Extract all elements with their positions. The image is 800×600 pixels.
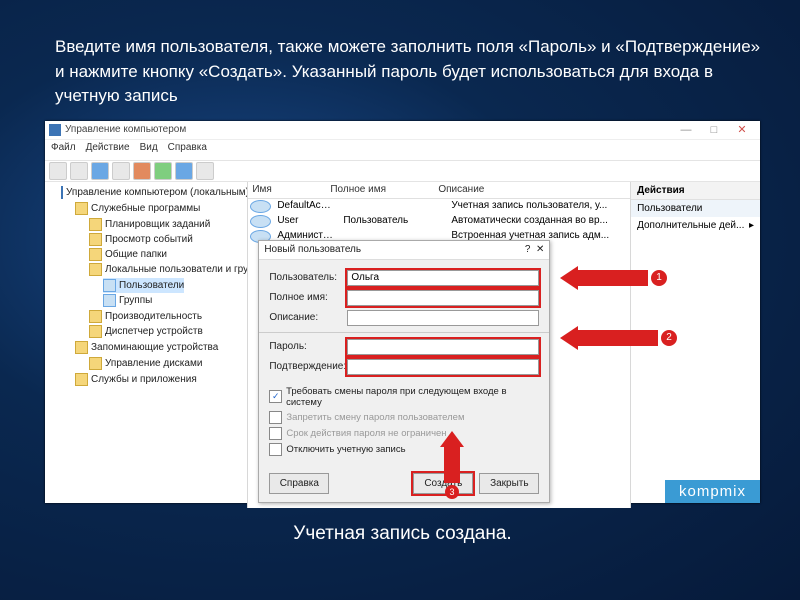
- toolbar-delete-icon[interactable]: [133, 162, 151, 180]
- close-dialog-button[interactable]: Закрыть: [479, 473, 539, 494]
- username-input[interactable]: [347, 270, 539, 286]
- list-row[interactable]: UserПользовательАвтоматически созданная …: [248, 214, 630, 229]
- toolbar-help-icon[interactable]: [196, 162, 214, 180]
- groups-icon: [103, 294, 116, 307]
- dialog-help-button[interactable]: ?: [525, 244, 531, 255]
- tree-shared-folders[interactable]: Общие папки: [89, 247, 248, 262]
- menu-help[interactable]: Справка: [168, 142, 207, 158]
- computer-icon: [61, 186, 63, 199]
- instruction-text: Введите имя пользователя, также можете з…: [55, 35, 770, 109]
- chk-must-change[interactable]: ✓Требовать смены пароля при следующем вх…: [269, 386, 539, 408]
- folder-icon: [89, 263, 102, 276]
- menu-file[interactable]: Файл: [51, 142, 76, 158]
- tree-pane: Управление компьютером (локальным) Служе…: [45, 182, 248, 508]
- close-button[interactable]: ✕: [728, 122, 756, 138]
- tree-disk-mgmt[interactable]: Управление дисками: [89, 356, 202, 371]
- toolbar-refresh-icon[interactable]: [154, 162, 172, 180]
- label-password: Пароль:: [269, 341, 347, 352]
- tree-users[interactable]: Пользователи: [103, 278, 184, 293]
- fullname-input[interactable]: [347, 290, 539, 306]
- annotation-arrow-3: 3: [440, 431, 464, 499]
- col-desc[interactable]: Описание: [434, 184, 630, 195]
- checkbox-icon: [269, 427, 282, 440]
- folder-icon: [75, 341, 88, 354]
- tree-services[interactable]: Службы и приложения: [75, 372, 248, 387]
- folder-icon: [89, 218, 102, 231]
- annotation-arrow-1: 1: [560, 269, 667, 287]
- checkbox-icon: [269, 411, 282, 424]
- app-icon: [49, 124, 61, 136]
- folder-icon: [75, 373, 88, 386]
- tree-root[interactable]: Управление компьютером (локальным): [61, 185, 245, 200]
- dialog-title: Новый пользователь: [264, 244, 361, 255]
- password-input[interactable]: [347, 339, 539, 355]
- folder-icon: [89, 233, 102, 246]
- maximize-button[interactable]: □: [700, 122, 728, 138]
- toolbar-back-icon[interactable]: [49, 162, 67, 180]
- checkbox-icon: ✓: [269, 390, 282, 403]
- menu-bar: Файл Действие Вид Справка: [45, 140, 760, 160]
- dialog-close-button[interactable]: ✕: [536, 244, 544, 255]
- help-button[interactable]: Справка: [269, 473, 329, 494]
- toolbar-forward-icon[interactable]: [70, 162, 88, 180]
- label-fullname: Полное имя:: [269, 292, 347, 303]
- tree-task-scheduler[interactable]: Планировщик заданий: [89, 217, 248, 232]
- chk-cannot-change: Запретить смену пароля пользователем: [269, 411, 539, 424]
- screenshot-container: Управление компьютером — □ ✕ Файл Действ…: [45, 121, 760, 503]
- user-icon: [250, 215, 271, 228]
- tree-performance[interactable]: Производительность: [89, 309, 248, 324]
- annotation-arrow-2: 2: [560, 329, 677, 347]
- tree-local-users[interactable]: Локальные пользователи и группы: [89, 262, 248, 277]
- users-icon: [103, 279, 116, 292]
- user-icon: [250, 200, 271, 213]
- toolbar: [45, 160, 760, 182]
- actions-group: Пользователи: [631, 200, 760, 217]
- checkbox-icon: [269, 443, 282, 456]
- tree-device-manager[interactable]: Диспетчер устройств: [89, 324, 248, 339]
- tree-storage[interactable]: Запоминающие устройства: [75, 340, 248, 355]
- menu-view[interactable]: Вид: [140, 142, 158, 158]
- col-name[interactable]: Имя: [248, 184, 326, 195]
- dialog-titlebar: Новый пользователь ? ✕: [259, 241, 549, 260]
- folder-icon: [89, 325, 102, 338]
- tree-event-viewer[interactable]: Просмотр событий: [89, 232, 248, 247]
- description-input[interactable]: [347, 310, 539, 326]
- chk-disabled[interactable]: Отключить учетную запись: [269, 443, 539, 456]
- caption-text: Учетная запись создана.: [25, 523, 780, 545]
- minimize-button[interactable]: —: [672, 122, 700, 138]
- toolbar-export-icon[interactable]: [175, 162, 193, 180]
- folder-icon: [89, 310, 102, 323]
- toolbar-props-icon[interactable]: [112, 162, 130, 180]
- col-fullname[interactable]: Полное имя: [326, 184, 434, 195]
- menu-action[interactable]: Действие: [86, 142, 130, 158]
- label-username: Пользователь:: [269, 272, 347, 283]
- window-titlebar: Управление компьютером — □ ✕: [45, 121, 760, 140]
- actions-header: Действия: [631, 182, 760, 200]
- list-row[interactable]: DefaultAcco...Учетная запись пользовател…: [248, 199, 630, 214]
- toolbar-up-icon[interactable]: [91, 162, 109, 180]
- new-user-dialog: Новый пользователь ? ✕ Пользователь: Пол…: [258, 240, 550, 503]
- watermark: kompmix: [665, 480, 760, 503]
- label-desc: Описание:: [269, 312, 347, 323]
- confirm-input[interactable]: [347, 359, 539, 375]
- tree-system-tools[interactable]: Служебные программы: [75, 201, 248, 216]
- folder-icon: [89, 248, 102, 261]
- tree-groups[interactable]: Группы: [103, 293, 184, 308]
- chk-never-expire: Срок действия пароля не ограничен: [269, 427, 539, 440]
- actions-more[interactable]: Дополнительные дей...▸: [631, 217, 760, 234]
- window-title: Управление компьютером: [65, 124, 186, 135]
- label-confirm: Подтверждение:: [269, 361, 347, 372]
- folder-icon: [75, 202, 88, 215]
- list-columns: Имя Полное имя Описание: [248, 182, 630, 199]
- chevron-right-icon: ▸: [749, 220, 754, 231]
- folder-icon: [89, 357, 102, 370]
